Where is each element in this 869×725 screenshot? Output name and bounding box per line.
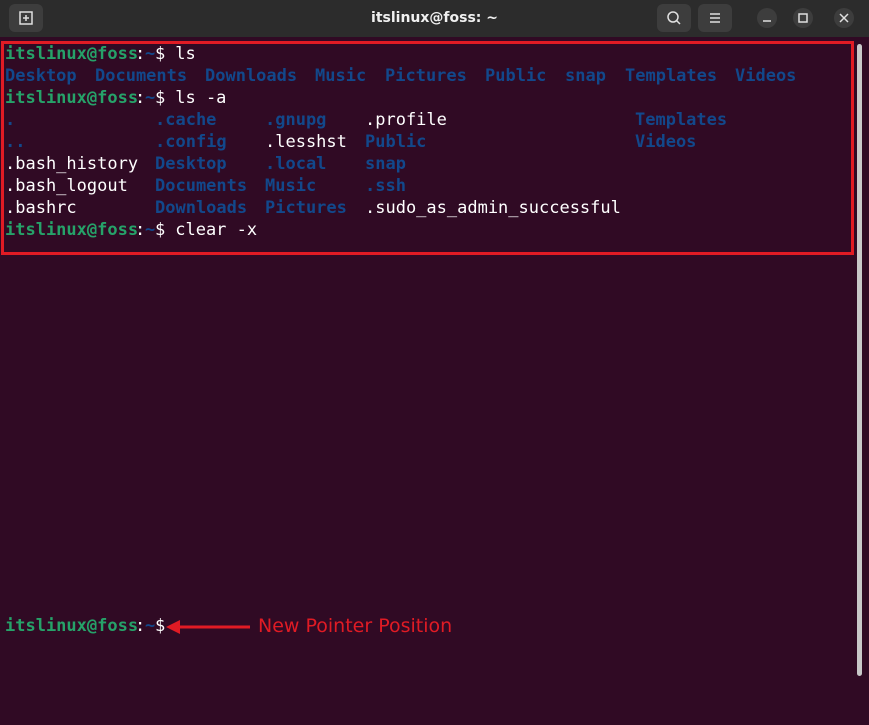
- prompt-user: itslinux@foss: [5, 616, 139, 636]
- list-item: Music: [265, 176, 317, 196]
- list-item: .bash_history: [5, 154, 139, 174]
- prompt-line-ls: itslinux@foss : ~ $ ls: [5, 43, 196, 65]
- close-icon: [839, 13, 849, 23]
- prompt-dollar: $: [155, 220, 166, 240]
- prompt-colon: :: [135, 616, 146, 636]
- list-item: Documents: [95, 66, 188, 86]
- list-item: Music: [315, 66, 367, 86]
- prompt-user: itslinux@foss: [5, 220, 139, 240]
- list-item: .: [5, 110, 16, 130]
- list-item: .local: [265, 154, 327, 174]
- prompt-path: ~: [145, 44, 156, 64]
- list-item: Videos: [735, 66, 797, 86]
- command-text: clear -x: [165, 220, 258, 240]
- list-item: .sudo_as_admin_successful: [365, 198, 621, 218]
- list-item: Videos: [635, 132, 697, 152]
- minimize-button[interactable]: [757, 8, 777, 28]
- list-item: snap: [365, 154, 406, 174]
- ls-output-line: Desktop Documents Downloads Music Pictur…: [5, 65, 796, 87]
- close-button[interactable]: [834, 8, 854, 28]
- list-item: .gnupg: [265, 110, 327, 130]
- list-item: Desktop: [5, 66, 77, 86]
- title-bar: itslinux@foss: ~: [0, 0, 869, 37]
- annotation-label: New Pointer Position: [258, 615, 453, 637]
- list-item: snap: [565, 66, 606, 86]
- prompt-line-current[interactable]: itslinux@foss : ~ $: [5, 615, 165, 637]
- search-button[interactable]: [657, 4, 691, 32]
- list-item: Downloads: [205, 66, 298, 86]
- list-item: Desktop: [155, 154, 227, 174]
- list-item: .bash_logout: [5, 176, 128, 196]
- menu-button[interactable]: [698, 4, 732, 32]
- list-item: .lesshst: [265, 132, 347, 152]
- ls-a-output-row: .bash_logout Documents Music .ssh: [5, 175, 406, 197]
- prompt-path: ~: [145, 616, 156, 636]
- prompt-line-clear: itslinux@foss : ~ $ clear -x: [5, 219, 257, 241]
- list-item: Documents: [155, 176, 248, 196]
- list-item: .config: [155, 132, 227, 152]
- maximize-icon: [798, 13, 808, 23]
- prompt-dollar: $: [155, 88, 166, 108]
- hamburger-menu-icon: [710, 13, 720, 23]
- minimize-icon: [763, 20, 771, 22]
- list-item: ..: [5, 132, 26, 152]
- maximize-button[interactable]: [793, 8, 813, 28]
- window-title: itslinux@foss: ~: [371, 10, 498, 26]
- scrollbar[interactable]: [857, 44, 862, 676]
- list-item: Templates: [625, 66, 718, 86]
- arrow-left-icon: [166, 620, 250, 634]
- list-item: .bashrc: [5, 198, 77, 218]
- prompt-path: ~: [145, 220, 156, 240]
- list-item: Public: [485, 66, 547, 86]
- list-item: Pictures: [265, 198, 347, 218]
- prompt-line-ls-a: itslinux@foss : ~ $ ls -a: [5, 87, 226, 109]
- list-item: Templates: [635, 110, 728, 130]
- prompt-path: ~: [145, 88, 156, 108]
- command-text: ls -a: [165, 88, 227, 108]
- prompt-dollar: $: [155, 44, 166, 64]
- prompt-colon: :: [135, 88, 146, 108]
- prompt-user: itslinux@foss: [5, 44, 139, 64]
- ls-a-output-row: .. .config .lesshst Public Videos: [5, 131, 696, 153]
- search-icon: [667, 11, 681, 25]
- prompt-user: itslinux@foss: [5, 88, 139, 108]
- list-item: .ssh: [365, 176, 406, 196]
- prompt-colon: :: [135, 44, 146, 64]
- list-item: Pictures: [385, 66, 467, 86]
- list-item: Downloads: [155, 198, 248, 218]
- ls-a-output-row: .bash_history Desktop .local snap: [5, 153, 406, 175]
- ls-a-output-row: . .cache .gnupg .profile Templates: [5, 109, 727, 131]
- list-item: Public: [365, 132, 427, 152]
- command-text: ls: [165, 44, 196, 64]
- list-item: .cache: [155, 110, 217, 130]
- list-item: .profile: [365, 110, 447, 130]
- prompt-colon: :: [135, 220, 146, 240]
- ls-a-output-row: .bashrc Downloads Pictures .sudo_as_admi…: [5, 197, 621, 219]
